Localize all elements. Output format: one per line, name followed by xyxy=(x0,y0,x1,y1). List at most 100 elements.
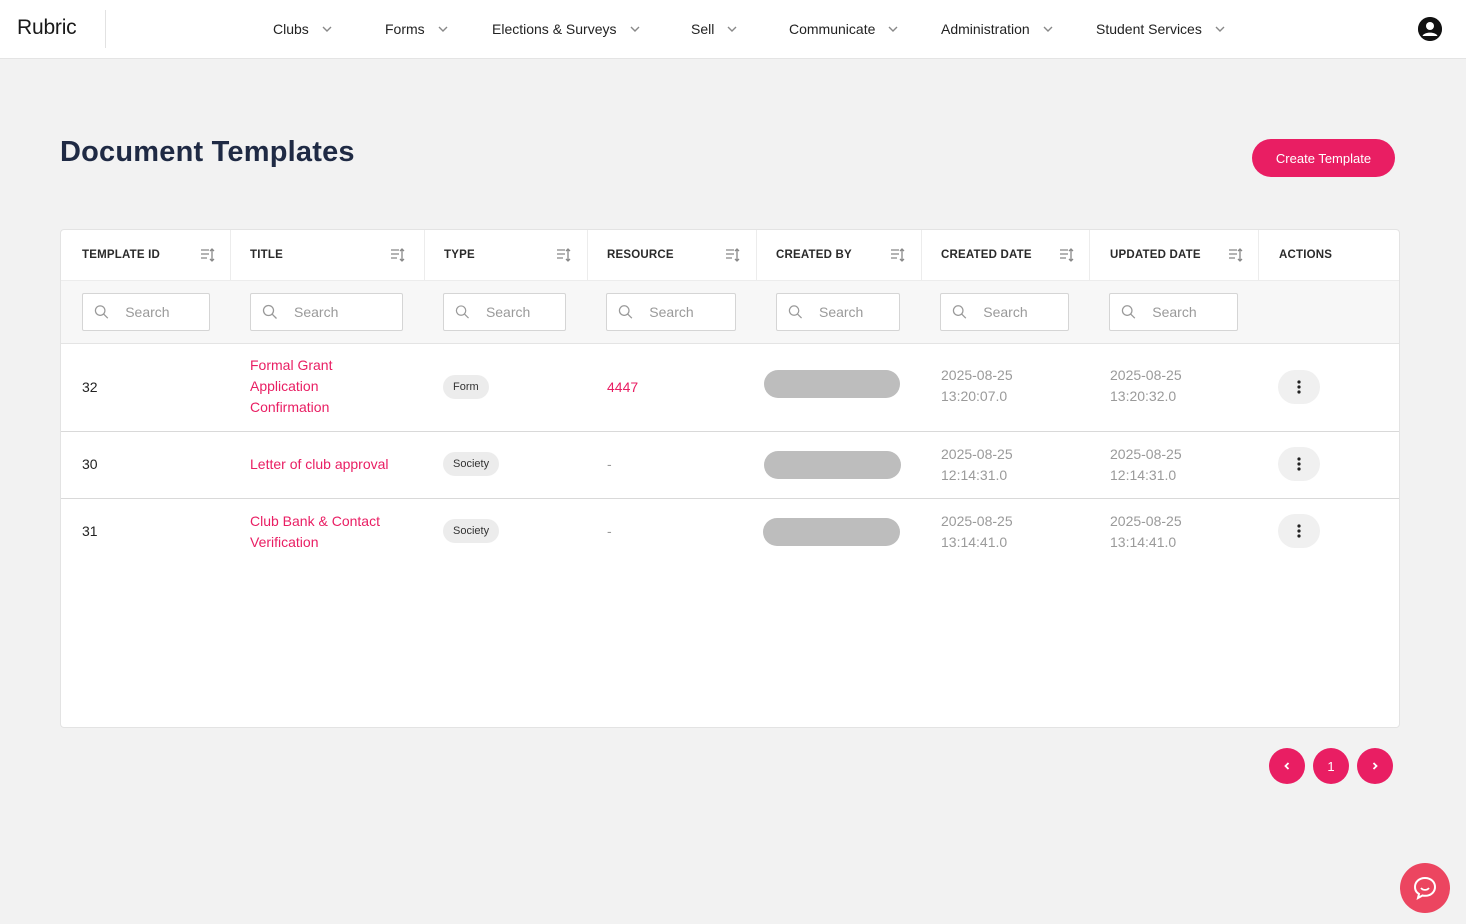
template-title-link[interactable]: Formal Grant Application Confirmation xyxy=(250,355,332,418)
search-created-date[interactable] xyxy=(940,293,1069,331)
time-line: 13:14:41.0 xyxy=(941,534,1008,550)
nav-clubs[interactable]: Clubs xyxy=(273,0,333,58)
search-icon xyxy=(788,305,803,319)
pagination-next-button[interactable] xyxy=(1357,748,1393,784)
table-header-row: TEMPLATE ID TITLE TYPE RESOURCE CREATED … xyxy=(61,230,1399,281)
time-line: 13:20:32.0 xyxy=(1110,388,1177,404)
chat-launcher-button[interactable] xyxy=(1400,863,1450,913)
search-title[interactable] xyxy=(250,293,403,331)
redacted-creator xyxy=(764,451,901,479)
template-id: 30 xyxy=(82,456,98,472)
chevron-right-icon xyxy=(1372,762,1378,770)
nav-elections-surveys[interactable]: Elections & Surveys xyxy=(492,0,641,58)
app-logo[interactable]: Rubric xyxy=(17,16,77,40)
template-title-link[interactable]: Club Bank & Contact Verification xyxy=(250,511,380,553)
search-icon xyxy=(1121,305,1136,319)
search-created-date-input[interactable] xyxy=(983,304,1068,320)
chevron-down-icon xyxy=(629,23,641,35)
column-header-template-id[interactable]: TEMPLATE ID xyxy=(82,230,160,280)
search-icon xyxy=(618,305,633,319)
sort-icon[interactable] xyxy=(200,247,216,263)
chat-icon xyxy=(1413,876,1437,900)
pagination-prev-button[interactable] xyxy=(1269,748,1305,784)
nav-communicate[interactable]: Communicate xyxy=(789,0,899,58)
date-line: 2025-08-25 xyxy=(1110,446,1182,462)
sort-icon[interactable] xyxy=(890,247,906,263)
search-template-id[interactable] xyxy=(82,293,210,331)
create-template-button[interactable]: Create Template xyxy=(1252,139,1395,177)
row-actions-button[interactable] xyxy=(1278,447,1320,481)
column-divider xyxy=(1258,230,1259,280)
title-line: Confirmation xyxy=(250,399,330,415)
sort-icon[interactable] xyxy=(556,247,572,263)
created-date: 2025-08-25 13:20:07.0 xyxy=(941,365,1013,407)
redacted-creator xyxy=(763,518,900,546)
search-created-by-input[interactable] xyxy=(818,304,899,320)
column-header-actions: ACTIONS xyxy=(1279,249,1333,261)
sort-icon[interactable] xyxy=(1059,247,1075,263)
time-line: 13:20:07.0 xyxy=(941,388,1008,404)
templates-table: TEMPLATE ID TITLE TYPE RESOURCE CREATED … xyxy=(60,229,1400,728)
logo-divider xyxy=(105,10,106,48)
template-title-link[interactable]: Letter of club approval xyxy=(250,454,389,475)
nav-administration[interactable]: Administration xyxy=(941,0,1054,58)
chevron-down-icon xyxy=(1214,23,1226,35)
search-resource[interactable] xyxy=(606,293,736,331)
nav-forms[interactable]: Forms xyxy=(385,0,449,58)
search-icon xyxy=(262,304,277,319)
date-line: 2025-08-25 xyxy=(1110,513,1182,529)
title-line: Formal Grant xyxy=(250,357,333,373)
redacted-creator xyxy=(764,370,900,398)
column-header-title[interactable]: TITLE xyxy=(250,230,283,280)
column-divider xyxy=(230,230,231,280)
nav-student-services-label: Student Services xyxy=(1096,21,1202,37)
pagination-page-button[interactable]: 1 xyxy=(1313,748,1349,784)
search-updated-date-input[interactable] xyxy=(1152,304,1237,320)
chevron-down-icon xyxy=(887,23,899,35)
time-line: 13:14:41.0 xyxy=(1110,534,1177,550)
sort-icon[interactable] xyxy=(390,247,406,263)
column-header-created-by[interactable]: CREATED BY xyxy=(776,230,852,280)
time-line: 12:14:31.0 xyxy=(1110,467,1177,483)
column-divider xyxy=(424,230,425,280)
column-header-created-date[interactable]: CREATED DATE xyxy=(941,230,1032,280)
search-type-input[interactable] xyxy=(485,304,565,320)
nav-student-services[interactable]: Student Services xyxy=(1096,0,1226,58)
table-row: 30 Letter of club approval Society - 202… xyxy=(61,432,1399,499)
row-actions-button[interactable] xyxy=(1278,514,1320,548)
updated-date: 2025-08-25 13:20:32.0 xyxy=(1110,365,1182,407)
date-line: 2025-08-25 xyxy=(941,513,1013,529)
search-type[interactable] xyxy=(443,293,566,331)
resource-link[interactable]: 4447 xyxy=(607,377,638,398)
search-created-by[interactable] xyxy=(776,293,900,331)
chevron-down-icon xyxy=(437,23,449,35)
search-title-input[interactable] xyxy=(294,304,400,320)
column-header-type[interactable]: TYPE xyxy=(444,230,475,280)
template-id: 31 xyxy=(82,523,98,539)
nav-sell[interactable]: Sell xyxy=(691,0,738,58)
sort-icon[interactable] xyxy=(1228,247,1244,263)
chevron-down-icon xyxy=(1042,23,1054,35)
nav-forms-label: Forms xyxy=(385,21,425,37)
nav-elections-label: Elections & Surveys xyxy=(492,21,617,37)
search-resource-input[interactable] xyxy=(649,304,735,320)
sort-icon[interactable] xyxy=(725,247,741,263)
kebab-menu-icon xyxy=(1297,524,1301,538)
date-line: 2025-08-25 xyxy=(941,367,1013,383)
template-id: 32 xyxy=(82,379,98,395)
search-template-id-input[interactable] xyxy=(125,304,209,320)
column-divider xyxy=(1089,230,1090,280)
search-icon xyxy=(952,305,967,319)
type-badge: Society xyxy=(443,452,500,476)
column-header-resource[interactable]: RESOURCE xyxy=(607,230,674,280)
row-actions-button[interactable] xyxy=(1278,370,1320,404)
table-row: 31 Club Bank & Contact Verification Soci… xyxy=(61,499,1399,567)
search-updated-date[interactable] xyxy=(1109,293,1238,331)
column-header-updated-date[interactable]: UPDATED DATE xyxy=(1110,230,1201,280)
title-line: Letter of club approval xyxy=(250,456,389,472)
nav-communicate-label: Communicate xyxy=(789,21,876,37)
created-date: 2025-08-25 13:14:41.0 xyxy=(941,511,1013,553)
resource-empty: - xyxy=(607,456,612,472)
search-icon xyxy=(455,305,469,319)
user-avatar-icon[interactable] xyxy=(1418,17,1442,41)
